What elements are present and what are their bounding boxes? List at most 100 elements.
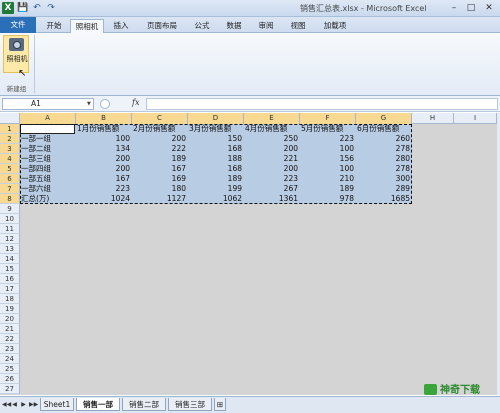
value-cell[interactable]: 100 [76,134,132,144]
tab-view[interactable]: 视图 [286,19,310,33]
tab-insert[interactable]: 插入 [108,19,134,33]
value-cell[interactable]: 168 [188,144,244,154]
sheet-tab-sales-1[interactable]: 销售一部 [76,398,120,411]
first-sheet-icon[interactable]: ◀◀ [2,400,11,410]
row-header[interactable]: 4 [0,154,20,164]
tab-data[interactable]: 数据 [222,19,246,33]
row-header[interactable]: 12 [0,234,20,244]
row-header[interactable]: 16 [0,274,20,284]
value-cell[interactable]: 278 [356,144,412,154]
value-cell[interactable]: 221 [244,154,300,164]
insert-function-icon[interactable]: fx [132,98,139,107]
row-header[interactable]: 1 [0,124,20,134]
row-header[interactable]: 24 [0,354,20,364]
tab-review[interactable]: 审阅 [254,19,278,33]
header-cell[interactable] [20,124,76,134]
row-header[interactable]: 18 [0,294,20,304]
column-header[interactable]: F [300,113,356,124]
tab-page-layout[interactable]: 页面布局 [142,19,182,33]
value-cell[interactable]: 210 [300,174,356,184]
row-header[interactable]: 2 [0,134,20,144]
header-cell[interactable]: 1月份销售额 [76,124,132,134]
value-cell[interactable]: 167 [76,174,132,184]
value-cell[interactable]: 180 [132,184,188,194]
value-cell[interactable]: 150 [188,134,244,144]
value-cell[interactable]: 188 [188,154,244,164]
row-header[interactable]: 17 [0,284,20,294]
row-header[interactable]: 26 [0,374,20,384]
tab-addins[interactable]: 加载项 [318,19,352,33]
tab-formulas[interactable]: 公式 [190,19,214,33]
value-cell[interactable]: 1062 [188,194,244,204]
chevron-down-icon[interactable]: ▼ [87,101,91,107]
value-cell[interactable]: 1127 [132,194,188,204]
value-cell[interactable]: 223 [76,184,132,194]
value-cell[interactable]: 223 [244,174,300,184]
column-header[interactable]: B [76,113,132,124]
value-cell[interactable]: 978 [300,194,356,204]
row-header[interactable]: 22 [0,334,20,344]
value-cell[interactable]: 189 [300,184,356,194]
row-header[interactable]: 14 [0,254,20,264]
close-button[interactable]: ✕ [481,2,497,14]
name-box[interactable]: A1 [2,98,94,110]
value-cell[interactable]: 1685 [356,194,412,204]
value-cell[interactable]: 200 [76,164,132,174]
header-cell[interactable]: 4月份销售额 [244,124,300,134]
sheet-tab-sales-3[interactable]: 销售三部 [168,398,212,411]
row-header[interactable]: 15 [0,264,20,274]
value-cell[interactable]: 200 [132,134,188,144]
row-label-cell[interactable]: 一部二组 [20,144,76,154]
value-cell[interactable]: 280 [356,154,412,164]
row-header[interactable]: 7 [0,184,20,194]
value-cell[interactable]: 189 [132,154,188,164]
sheet-tab-sheet1[interactable]: Sheet1 [40,398,74,411]
row-label-cell[interactable]: 一部六组 [20,184,76,194]
row-header[interactable]: 9 [0,204,20,214]
column-header[interactable]: I [454,113,497,124]
row-label-cell[interactable]: 一部一组 [20,134,76,144]
tab-file[interactable]: 文件 [0,17,36,33]
row-label-cell[interactable]: 一部四组 [20,164,76,174]
value-cell[interactable]: 134 [76,144,132,154]
tab-home[interactable]: 开始 [40,19,68,33]
value-cell[interactable]: 1361 [244,194,300,204]
value-cell[interactable]: 222 [132,144,188,154]
redo-icon[interactable]: ↷ [45,2,57,14]
value-cell[interactable]: 1024 [76,194,132,204]
formula-input[interactable] [146,98,498,110]
row-header[interactable]: 6 [0,174,20,184]
value-cell[interactable]: 250 [244,134,300,144]
select-all-corner[interactable] [0,113,20,124]
value-cell[interactable]: 267 [244,184,300,194]
row-header[interactable]: 8 [0,194,20,204]
worksheet-grid[interactable]: 1月份销售额 2月份销售额 3月份销售额 4月份销售额 5月份销售额 6月份销售额 一部一组… [0,113,497,395]
header-cell[interactable]: 6月份销售额 [356,124,412,134]
value-cell[interactable]: 200 [244,144,300,154]
row-label-cell[interactable]: 一部三组 [20,154,76,164]
value-cell[interactable]: 289 [356,184,412,194]
value-cell[interactable]: 156 [300,154,356,164]
row-label-cell[interactable]: 汇总(万) [20,194,76,204]
prev-sheet-icon[interactable]: ◀ [11,400,18,410]
row-header[interactable]: 11 [0,224,20,234]
save-icon[interactable]: 💾 [17,2,29,14]
value-cell[interactable]: 200 [244,164,300,174]
row-header[interactable]: 19 [0,304,20,314]
minimize-button[interactable]: – [446,2,462,14]
value-cell[interactable]: 189 [188,174,244,184]
value-cell[interactable]: 167 [132,164,188,174]
row-header[interactable]: 3 [0,144,20,154]
excel-app-icon[interactable]: X [2,2,14,14]
formula-expand-icon[interactable] [100,99,110,109]
header-cell[interactable]: 2月份销售额 [132,124,188,134]
column-header[interactable]: H [412,113,454,124]
column-header[interactable]: G [356,113,412,124]
column-header[interactable]: C [132,113,188,124]
row-header[interactable]: 25 [0,364,20,374]
row-header[interactable]: 20 [0,314,20,324]
row-header[interactable]: 27 [0,384,20,394]
value-cell[interactable]: 100 [300,144,356,154]
value-cell[interactable]: 168 [188,164,244,174]
row-header[interactable]: 13 [0,244,20,254]
